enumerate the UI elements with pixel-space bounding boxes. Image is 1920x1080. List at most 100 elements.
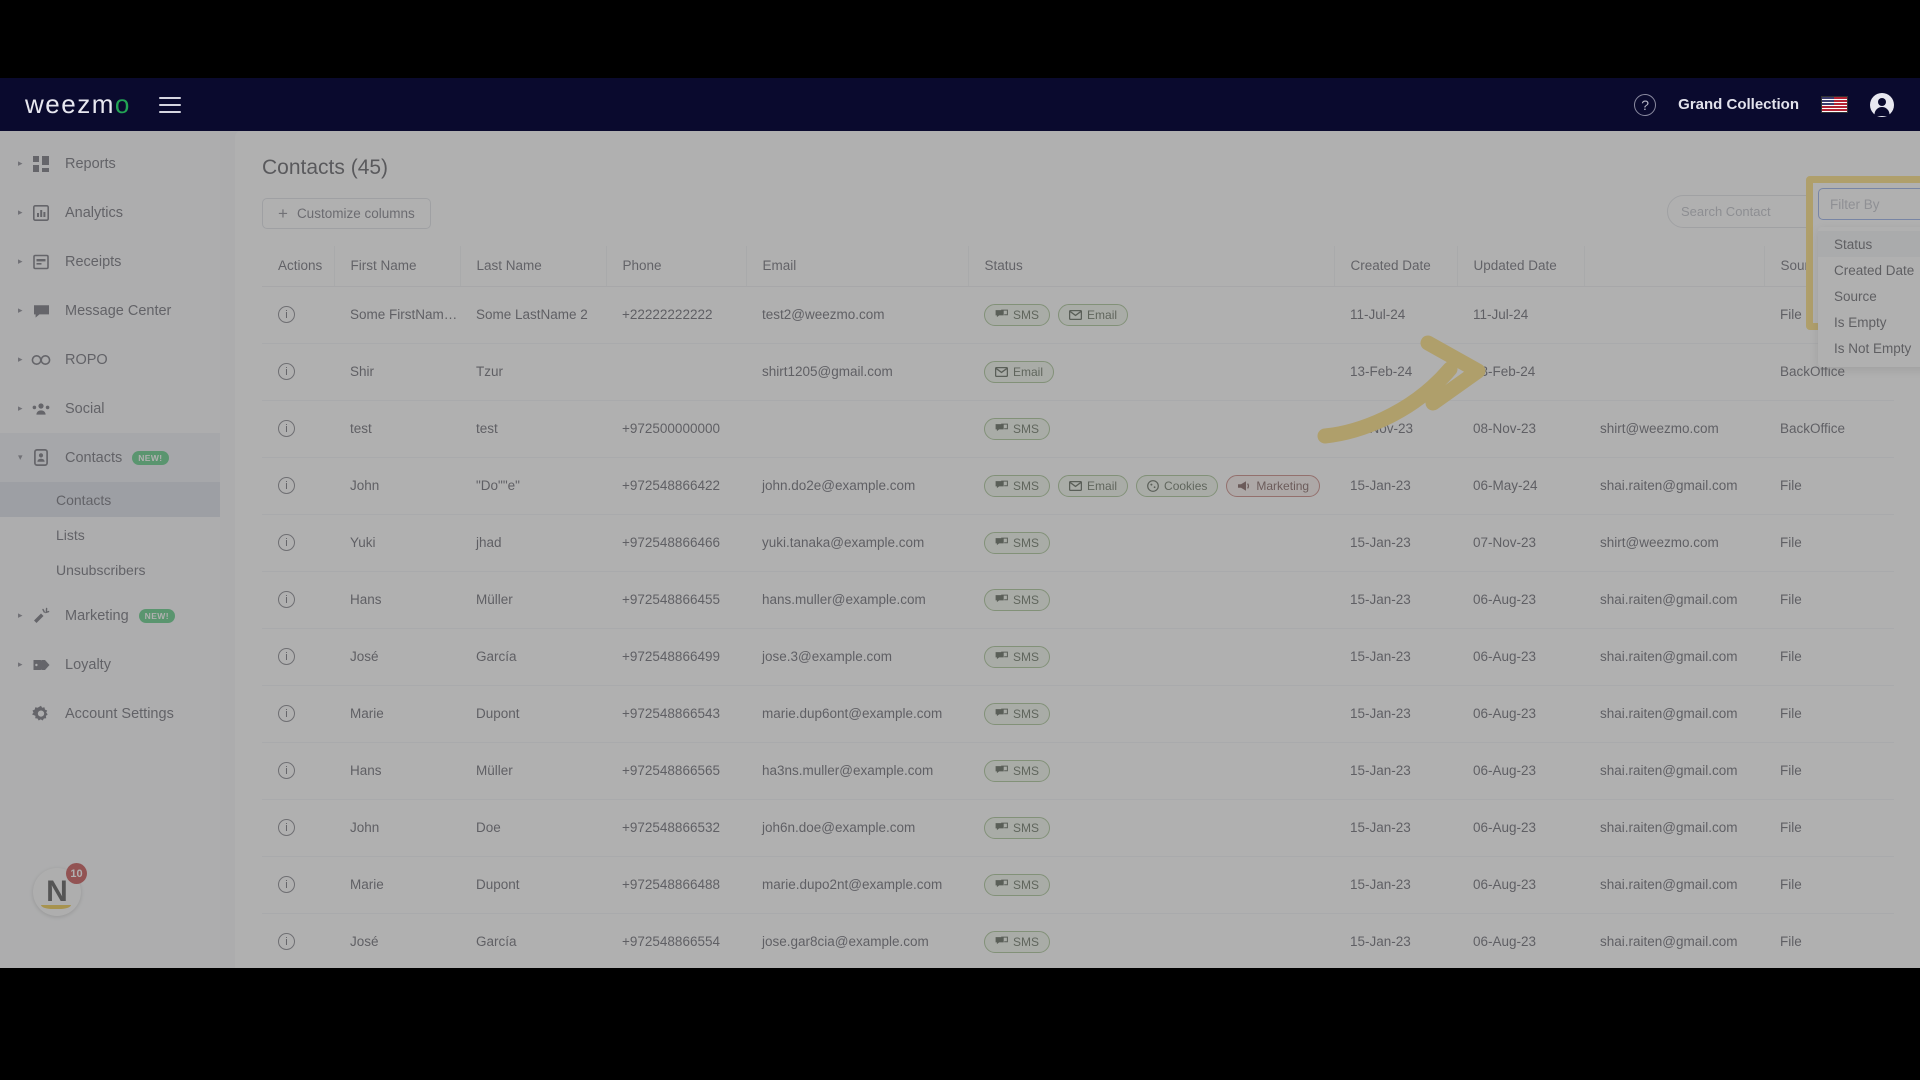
table-row[interactable]: i John Doe +972548866532 joh6n.doe@example.c… [262,799,1894,857]
filter-by-control: Filter By Status Created Date Source Is … [1818,188,1920,367]
sidebar-item-receipts[interactable]: ▸ Receipts [0,237,220,286]
status-badge-email: Email [1058,303,1129,326]
cell-first-name: José [334,913,460,968]
cell-updated-date: 11-Jul-24 [1457,286,1584,344]
cell-phone: +972500000000 [606,400,746,458]
table-row[interactable]: i Hans Müller +972548866455 hans.muller@exam… [262,571,1894,629]
table-body: i Some FirstName 2 Some LastName 2 +2222222… [262,286,1894,968]
cell-last-name: jhad [460,514,606,572]
info-icon[interactable]: i [278,363,295,381]
sidebar-item-social[interactable]: ▸ Social [0,384,220,433]
sidebar-item-contacts[interactable]: ▾ Contacts NEW! [0,433,220,482]
info-icon[interactable]: i [278,477,295,495]
notification-launcher[interactable]: N 10 [33,863,87,916]
table-row[interactable]: i José García +972548866499 jose.3@example.c… [262,628,1894,686]
cell-first-name: test [334,400,460,458]
hamburger-icon[interactable] [158,96,181,113]
cell-status: SMS Email [968,286,1334,344]
sidebar-item-account-settings[interactable]: Account Settings [0,689,220,738]
sidebar-item-label: Message Center [65,302,172,319]
cell-status: SMS [968,913,1334,968]
cell-owner: shirt@weezmo.com [1584,400,1764,458]
cell-phone: +972548866488 [606,856,746,914]
weezmo-logo[interactable]: weezm o [25,89,131,120]
sidebar-item-message-center[interactable]: ▸ Message Center [0,286,220,335]
status-chip-group: SMS Email Cookies Marketing [984,474,1334,497]
sidebar-subitem-unsubscribers[interactable]: Unsubscribers [0,552,220,587]
us-flag-icon[interactable] [1821,96,1848,113]
cell-updated-date: 13-Feb-24 [1457,343,1584,401]
column-header-updated-date[interactable]: Updated Date [1457,246,1585,287]
status-chip-group: SMS [984,873,1334,896]
column-header-last-name[interactable]: Last Name [460,246,607,287]
cell-first-name: Some FirstName 2 [334,286,460,344]
info-icon[interactable]: i [278,648,295,666]
sidebar-item-reports[interactable]: ▸ Reports [0,139,220,188]
user-avatar-icon[interactable] [1870,92,1894,117]
info-icon[interactable]: i [278,591,295,609]
page-title: Contacts (45) [262,156,389,179]
table-row[interactable]: i Some FirstName 2 Some LastName 2 +2222222… [262,286,1894,344]
info-icon[interactable]: i [278,876,295,894]
filter-option-status[interactable]: Status [1818,231,1920,257]
info-icon[interactable]: i [278,819,295,837]
sidebar-item-label: Marketing [65,607,129,624]
info-icon[interactable]: i [278,420,295,438]
info-icon[interactable]: i [278,306,295,324]
filter-option-source[interactable]: Source [1818,283,1920,309]
table-row[interactable]: i test test +972500000000 SMS 08-Nov-23 08-Nov… [262,400,1894,458]
cell-last-name: García [460,913,606,968]
sidebar-item-ropo[interactable]: ▸ ROPO [0,335,220,384]
cell-updated-date: 06-Aug-23 [1457,685,1584,743]
info-icon[interactable]: i [278,705,295,723]
cell-email: test2@weezmo.com [746,286,968,344]
table-row[interactable]: i Marie Dupont +972548866543 marie.dup6ont@e… [262,685,1894,743]
sidebar-item-label: Account Settings [65,705,174,722]
sidebar-item-loyalty[interactable]: ▸ Loyalty [0,640,220,689]
brand-accent: o [114,89,131,119]
sidebar-subitem-lists[interactable]: Lists [0,517,220,552]
sidebar-item-label: Receipts [65,253,122,270]
table-row[interactable]: i Shir Tzur shirt1205@gmail.com Email 13-Feb-… [262,343,1894,401]
status-chip-group: SMS [984,702,1334,725]
status-badge-sms: SMS [984,645,1051,668]
filter-option-is-empty[interactable]: Is Empty [1818,309,1920,335]
sidebar-subitem-contacts[interactable]: Contacts [0,482,220,517]
sidebar-item-analytics[interactable]: ▸ Analytics [0,188,220,237]
sidebar-item-marketing[interactable]: ▸ Marketing NEW! [0,591,220,640]
table-row[interactable]: i Yuki jhad +972548866466 yuki.tanaka@exampl… [262,514,1894,572]
column-header-created-date[interactable]: Created Date [1334,246,1458,287]
filter-by-select[interactable]: Filter By [1818,188,1920,220]
plus-icon: + [278,204,288,223]
column-header-actions[interactable]: Actions [262,246,335,287]
column-header-owner[interactable] [1584,246,1765,287]
column-header-first-name[interactable]: First Name [334,246,461,287]
help-icon[interactable]: ? [1634,93,1657,116]
cell-last-name: Müller [460,742,606,800]
filter-option-is-not-empty[interactable]: Is Not Empty [1818,335,1920,361]
cell-last-name: test [460,400,606,458]
column-header-phone[interactable]: Phone [606,246,747,287]
sidebar-item-label: Contacts [65,449,123,466]
info-icon[interactable]: i [278,762,295,780]
column-header-status[interactable]: Status [968,246,1335,287]
cell-status: SMS [968,514,1334,572]
cell-status: SMS Email Cookies Marketing [968,457,1334,515]
info-icon[interactable]: i [278,534,295,552]
cell-created-date: 15-Jan-23 [1334,685,1457,743]
cell-last-name: "Do""e" [460,457,606,515]
status-chip-group: SMS [984,588,1334,611]
cell-created-date: 15-Jan-23 [1334,514,1457,572]
table-row[interactable]: i Marie Dupont +972548866488 marie.dupo2nt@e… [262,856,1894,914]
table-row[interactable]: i Hans Müller +972548866565 ha3ns.muller@exa… [262,742,1894,800]
row-actions-cell: i [262,457,334,515]
column-header-email[interactable]: Email [746,246,969,287]
table-row[interactable]: i John "Do""e" +972548866422 john.do2e@examp… [262,457,1894,515]
cell-first-name: Hans [334,742,460,800]
customize-columns-button[interactable]: + Customize columns [262,198,431,229]
info-icon[interactable]: i [278,933,295,951]
row-actions-cell: i [262,742,334,800]
filter-option-created-date[interactable]: Created Date [1818,257,1920,283]
table-row[interactable]: i José García +972548866554 jose.gar8cia@exa… [262,913,1894,968]
filter-by-value: Filter By [1830,196,1880,212]
